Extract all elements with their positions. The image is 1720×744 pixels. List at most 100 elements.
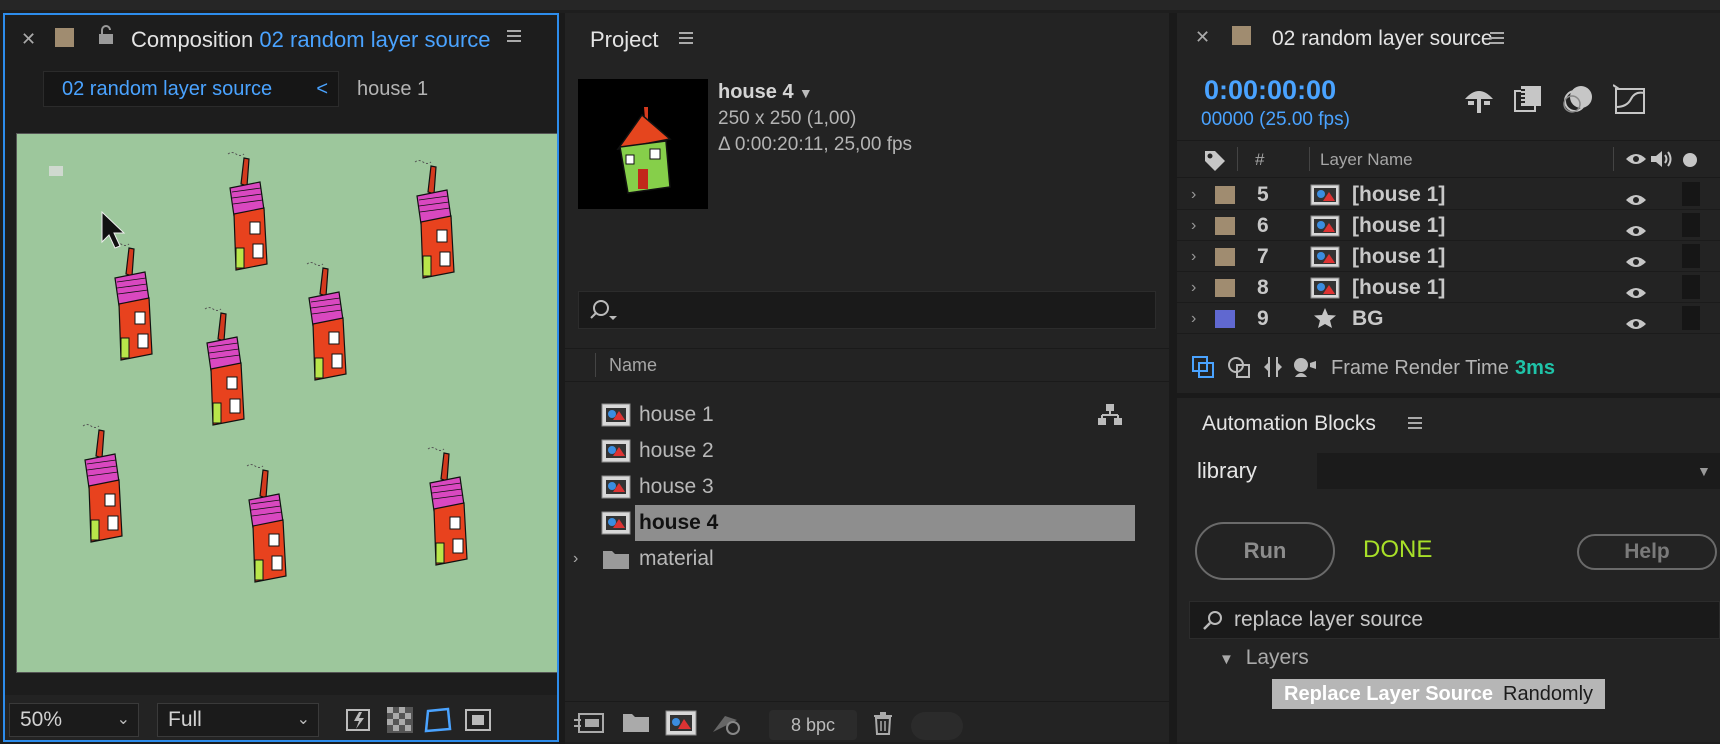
solo-icon[interactable]: [1683, 153, 1697, 167]
panel-menu-icon[interactable]: [507, 29, 521, 43]
switch-cell[interactable]: [1682, 275, 1700, 299]
chevron-right-icon[interactable]: ›: [1191, 179, 1196, 210]
toggle-pill[interactable]: [911, 712, 963, 740]
switch-cell[interactable]: [1682, 213, 1700, 237]
render-time-icon[interactable]: [1291, 355, 1319, 379]
project-folder[interactable]: › material: [565, 541, 1135, 577]
tree-group-layers[interactable]: ▼ Layers: [1219, 646, 1309, 670]
gutter: [559, 13, 565, 744]
eye-icon[interactable]: [1625, 151, 1647, 167]
chevron-right-icon[interactable]: ›: [573, 541, 578, 577]
item-thumbnail: [578, 79, 708, 209]
panel-title: Project: [590, 27, 659, 52]
flowchart-icon[interactable]: [1097, 403, 1123, 427]
breadcrumb-next-comp[interactable]: house 1: [357, 71, 428, 107]
project-panel: Project house 4 ▼ 250 x 250 (1,00) Δ 0:0…: [565, 13, 1169, 742]
layer-label-color[interactable]: [1215, 186, 1235, 204]
composition-icon: [601, 511, 631, 540]
dropdown-arrow-icon[interactable]: ▼: [799, 85, 813, 101]
chevron-right-icon[interactable]: ›: [1191, 241, 1196, 272]
item-name: house 4: [718, 81, 794, 103]
in-out-icon[interactable]: [1261, 355, 1285, 379]
block-replace-layer-source[interactable]: Replace Layer Source Randomly: [1272, 679, 1606, 709]
gutter: [1169, 13, 1177, 744]
lock-icon[interactable]: [97, 25, 115, 45]
house-instance: [204, 306, 245, 426]
zoom-dropdown[interactable]: 50% ⌄: [9, 703, 139, 737]
help-button[interactable]: Help: [1577, 534, 1717, 570]
library-search-input[interactable]: replace layer source: [1189, 601, 1720, 639]
layer-label-color[interactable]: [1215, 310, 1235, 328]
fast-preview-icon[interactable]: [345, 707, 373, 733]
run-button[interactable]: Run: [1195, 522, 1335, 580]
mask-path-icon[interactable]: [423, 705, 453, 735]
layer-name: [house 1]: [1352, 183, 1446, 206]
project-item[interactable]: house 2: [565, 433, 1135, 469]
panel-menu-icon[interactable]: [1408, 416, 1422, 430]
switch-cell[interactable]: [1682, 182, 1700, 206]
bit-depth-button[interactable]: 8 bpc: [769, 710, 857, 740]
project-settings-icon[interactable]: [711, 710, 741, 736]
motion-blur-icon[interactable]: [1563, 83, 1595, 115]
close-icon[interactable]: ✕: [1195, 27, 1210, 48]
item-dimensions: 250 x 250 (1,00): [718, 108, 857, 129]
label-tag-icon[interactable]: [1203, 149, 1227, 171]
layer-label-color[interactable]: [1215, 279, 1235, 297]
house-instance: [414, 159, 455, 279]
panel-menu-icon[interactable]: [1490, 31, 1504, 45]
safe-margins-icon[interactable]: [465, 707, 491, 733]
column-name-header[interactable]: Name: [609, 355, 657, 376]
layer-row[interactable]: › 9 BG: [1177, 303, 1720, 334]
switch-cell[interactable]: [1682, 244, 1700, 268]
chevron-right-icon[interactable]: ›: [1191, 303, 1196, 334]
close-icon[interactable]: ✕: [21, 29, 36, 50]
panel-title: Automation Blocks: [1202, 412, 1376, 435]
project-search-input[interactable]: [578, 291, 1156, 329]
trash-icon[interactable]: [871, 710, 895, 736]
layer-label-color[interactable]: [1215, 217, 1235, 235]
layer-number: 6: [1257, 214, 1269, 237]
tab-library[interactable]: library: [1177, 453, 1317, 489]
frame-blending-icon[interactable]: [1512, 83, 1544, 115]
transparency-grid-icon[interactable]: [387, 707, 413, 733]
viewer-canvas: [49, 151, 468, 583]
speaker-icon[interactable]: [1649, 149, 1673, 169]
column-number-header[interactable]: #: [1255, 150, 1264, 170]
chevron-right-icon[interactable]: ›: [1191, 210, 1196, 241]
project-item[interactable]: house 3: [565, 469, 1135, 505]
new-folder-icon[interactable]: [621, 710, 651, 734]
column-layer-name-header[interactable]: Layer Name: [1320, 150, 1413, 170]
tab-dropdown-icon[interactable]: ▼: [1697, 463, 1711, 479]
search-icon: [1203, 611, 1222, 630]
frame-render-time-value: 3ms: [1515, 357, 1556, 379]
comp-flowchart-icon[interactable]: [1191, 355, 1215, 379]
search-value: replace layer source: [1234, 608, 1424, 631]
chevron-down-icon: ⌄: [116, 711, 130, 728]
new-composition-icon[interactable]: [665, 710, 697, 736]
blend-modes-icon[interactable]: [1227, 355, 1251, 379]
label-color-swatch[interactable]: [55, 28, 74, 47]
project-item-label: house 4: [639, 511, 719, 534]
project-item-selected[interactable]: house 4: [635, 505, 1135, 541]
graph-editor-icon[interactable]: [1613, 83, 1647, 115]
item-duration: Δ 0:00:20:11, 25,00 fps: [718, 134, 913, 155]
current-timecode[interactable]: 0:00:00:00: [1204, 75, 1336, 106]
panel-menu-icon[interactable]: [679, 31, 693, 45]
breadcrumb-active-comp[interactable]: 02 random layer source <: [43, 71, 339, 107]
project-item[interactable]: house 1: [565, 397, 1135, 433]
layer-row[interactable]: › 6 [house 1]: [1177, 210, 1720, 241]
composition-viewer[interactable]: [16, 133, 557, 673]
house-instance: [82, 423, 123, 543]
shy-layers-icon[interactable]: [1462, 85, 1496, 115]
layer-row[interactable]: › 7 [house 1]: [1177, 241, 1720, 272]
switch-cell[interactable]: [1682, 306, 1700, 330]
eye-icon[interactable]: [1625, 310, 1647, 341]
house-instance: [112, 241, 153, 361]
resolution-dropdown[interactable]: Full ⌄: [157, 703, 319, 737]
layer-label-color[interactable]: [1215, 248, 1235, 266]
layer-row[interactable]: › 8 [house 1]: [1177, 272, 1720, 303]
layer-row[interactable]: › 5 [house 1]: [1177, 179, 1720, 210]
label-color-swatch[interactable]: [1232, 26, 1251, 45]
interpret-footage-icon[interactable]: [573, 710, 605, 736]
chevron-right-icon[interactable]: ›: [1191, 272, 1196, 303]
